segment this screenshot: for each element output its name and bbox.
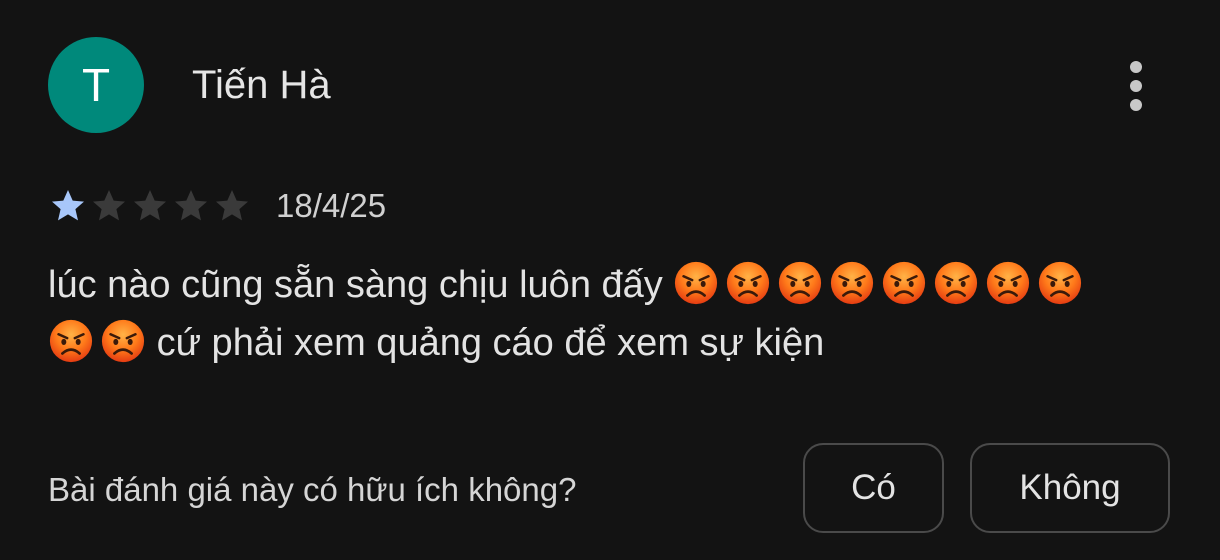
helpful-yes-button[interactable]: Có (803, 443, 944, 533)
angry-face-emoji (883, 261, 926, 305)
review-text: lúc nào cũng sẵn sàng chịu luôn đấy cứ p… (48, 256, 1178, 372)
review-text-part2: cứ phải xem quảng cáo để xem sự kiện (156, 322, 825, 364)
angry-face-emoji (675, 261, 718, 305)
helpful-question: Bài đánh giá này có hữu ích không? (48, 471, 577, 508)
star-rating (48, 186, 252, 226)
angry-face-emoji (935, 261, 978, 305)
angry-face-emoji (831, 261, 874, 305)
reviewer-name: Tiến Hà (192, 63, 331, 107)
star-empty-icon (175, 190, 207, 221)
rating-row: 18/4/25 (48, 186, 386, 226)
angry-face-emoji (101, 319, 145, 363)
star-empty-icon (93, 190, 125, 221)
avatar-letter: T (81, 59, 111, 111)
more-options-button[interactable] (1112, 56, 1160, 116)
review-text-part1: lúc nào cũng sẵn sàng chịu luôn đấy (48, 264, 663, 306)
avatar: T (48, 37, 144, 133)
more-vert-icon (1130, 61, 1142, 111)
angry-face-emoji (987, 261, 1030, 305)
review-date: 18/4/25 (276, 187, 387, 224)
emoji-group (673, 260, 1083, 306)
angry-face-emoji (1039, 261, 1082, 305)
helpful-no-button[interactable]: Không (970, 443, 1170, 533)
emoji-group (48, 318, 146, 364)
helpful-no-label: Không (1019, 468, 1121, 507)
star-empty-icon (134, 190, 166, 221)
angry-face-emoji (727, 261, 770, 305)
angry-face-emoji (49, 319, 93, 363)
angry-face-emoji (779, 261, 822, 305)
helpful-yes-label: Có (851, 468, 896, 507)
star-empty-icon (216, 190, 248, 221)
star-filled-icon (52, 190, 84, 221)
